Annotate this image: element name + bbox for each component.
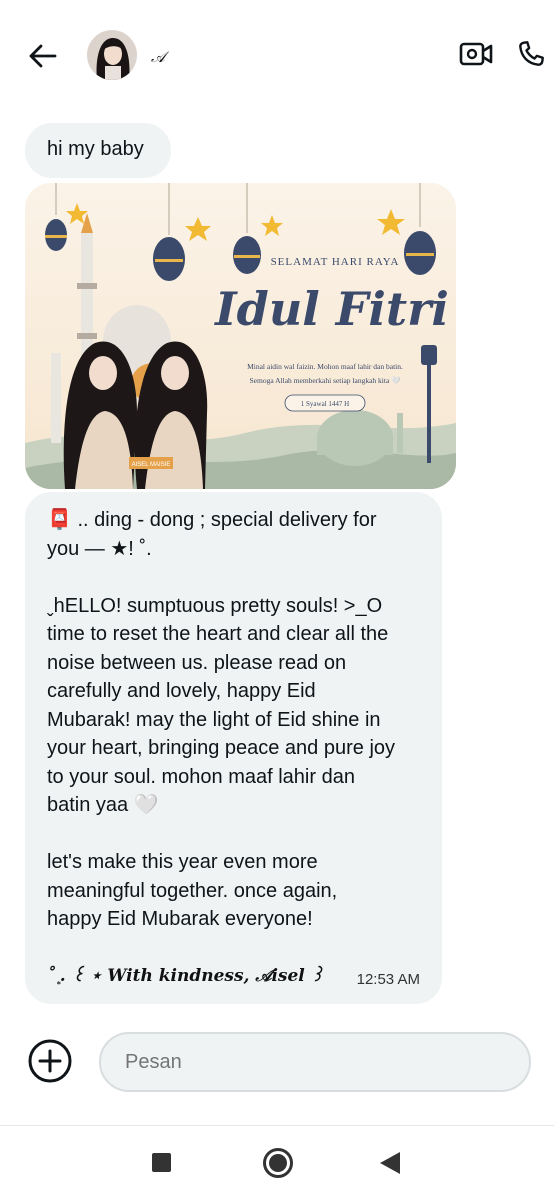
message-line: Mubarak! may the light of Eid shine in	[47, 708, 381, 731]
message-line: batin yaa 🤍	[47, 794, 159, 816]
message-line: noise between us. please read on	[47, 651, 347, 674]
eid-card-image[interactable]: SELAMAT HARI RAYA Idul Fitri Minal aidin…	[25, 183, 456, 489]
message-bubble-greeting[interactable]: hi my baby	[25, 123, 171, 178]
card-line-2: Semoga Allah memberkahi setiap langkah k…	[250, 376, 402, 385]
phone-icon	[519, 41, 544, 66]
plus-circle-icon	[28, 1039, 72, 1083]
message-line: to your soul. mohon maaf lahir dan	[47, 765, 355, 788]
card-name-tag: AISEL MAISIE	[132, 462, 171, 468]
back-button[interactable]	[24, 38, 60, 74]
chat-header: 𝒜	[0, 0, 554, 110]
message-signature: ˚ ͙. ꒰ ⋆ With kindness, 𝒜isel ꒱	[47, 966, 324, 986]
video-call-button[interactable]	[456, 36, 496, 72]
message-line: you — ★! ˚.	[47, 537, 152, 560]
message-input[interactable]	[99, 1032, 531, 1092]
square-icon[interactable]	[152, 1153, 171, 1172]
video-camera-icon	[459, 42, 493, 66]
card-date: 1 Syawal 1447 H	[301, 400, 349, 408]
message-line: let's make this year even more	[47, 851, 318, 873]
message-line: time to reset the heart and clear all th…	[47, 623, 389, 645]
message-line: happy Eid Mubarak everyone!	[47, 908, 313, 930]
message-line: your heart, bringing peace and pure joy	[47, 737, 396, 759]
contact-name[interactable]: 𝒜	[151, 48, 165, 66]
message-text: hi my baby	[47, 138, 144, 160]
add-attachment-button[interactable]	[27, 1038, 73, 1084]
message-line: meaningful together. once again,	[47, 879, 338, 902]
message-text-block: 📮 .. ding - dong ; special delivery for y…	[47, 506, 422, 934]
message-line: carefully and lovely, happy Eid	[47, 680, 316, 702]
message-line: 📮 .. ding - dong ; special delivery for	[47, 509, 377, 531]
avatar[interactable]	[87, 30, 137, 80]
message-bubble-letter[interactable]: 📮 .. ding - dong ; special delivery for y…	[25, 492, 442, 1004]
arrow-left-icon	[29, 44, 57, 68]
message-line: ˬhELLO! sumptuous pretty souls! >_O	[47, 594, 383, 617]
card-title: Idul Fitri	[213, 282, 449, 336]
system-nav-bar	[0, 1125, 554, 1199]
message-timestamp: 12:53 AM	[356, 971, 420, 988]
triangle-back-icon[interactable]	[380, 1152, 400, 1174]
card-line-1: Minal aidin wal faizin. Mohon maaf lahir…	[247, 362, 403, 371]
phone-call-button[interactable]	[512, 36, 550, 72]
card-kicker: SELAMAT HARI RAYA	[271, 256, 400, 268]
eid-card-illustration: SELAMAT HARI RAYA Idul Fitri Minal aidin…	[25, 183, 456, 489]
circle-icon[interactable]	[263, 1148, 293, 1178]
